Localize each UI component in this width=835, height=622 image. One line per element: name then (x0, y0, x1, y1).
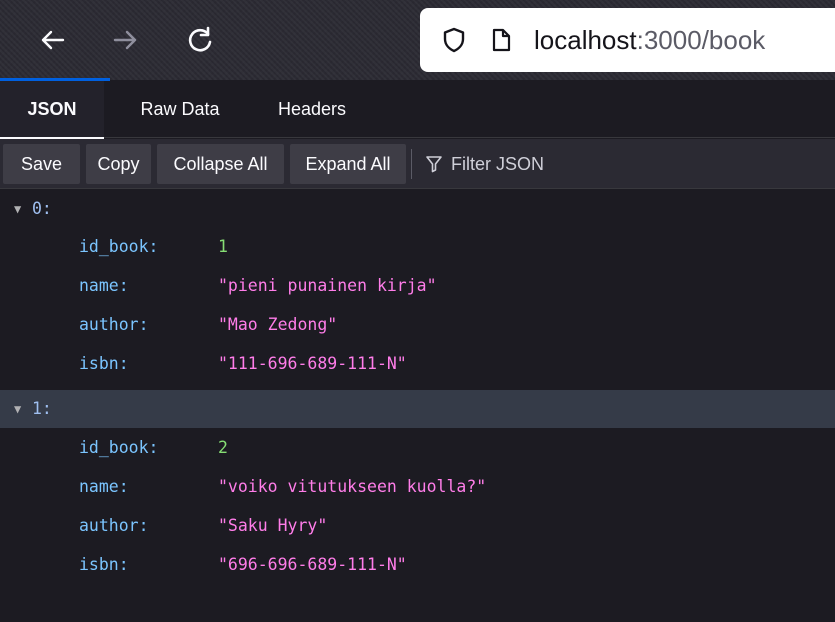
expand-all-button[interactable]: Expand All (290, 144, 406, 184)
record-row-1[interactable]: ▼ 1: (0, 390, 835, 428)
save-button[interactable]: Save (3, 144, 80, 184)
field-row[interactable]: id_book: 2 (0, 429, 835, 467)
triangle-down-icon[interactable]: ▼ (14, 190, 28, 228)
copy-button[interactable]: Copy (86, 144, 151, 184)
url-text[interactable]: localhost:3000/book (534, 25, 765, 56)
field-row[interactable]: author: "Mao Zedong" (0, 306, 835, 344)
reload-icon (188, 26, 212, 52)
field-value-string: "pieni punainen kirja" (218, 276, 437, 295)
field-row[interactable]: author: "Saku Hyry" (0, 507, 835, 545)
tab-json[interactable]: JSON (0, 81, 104, 139)
page-icon[interactable] (490, 26, 512, 54)
toolbar-divider (411, 149, 412, 179)
field-value-number: 2 (218, 438, 228, 457)
back-button[interactable] (32, 18, 72, 62)
shield-icon[interactable] (440, 26, 468, 54)
field-key: name: (79, 477, 129, 496)
field-row[interactable]: name: "voiko vitutukseen kuolla?" (0, 468, 835, 506)
field-row[interactable]: isbn: "111-696-689-111-N" (0, 345, 835, 383)
field-key: author: (79, 315, 149, 334)
browser-toolbar: localhost:3000/book (0, 0, 835, 81)
viewer-tabs: JSON Raw Data Headers (0, 81, 835, 139)
field-value-string: "696-696-689-111-N" (218, 555, 407, 574)
field-value-string: "voiko vitutukseen kuolla?" (218, 477, 487, 496)
field-row[interactable]: id_book: 1 (0, 228, 835, 266)
forward-button[interactable] (106, 18, 146, 62)
record-row-0[interactable]: ▼ 0: (0, 190, 835, 228)
field-value-number: 1 (218, 237, 228, 256)
field-row[interactable]: isbn: "696-696-689-111-N" (0, 546, 835, 584)
field-key: id_book: (79, 438, 159, 457)
address-bar[interactable]: localhost:3000/book (420, 8, 835, 72)
filter-placeholder: Filter JSON (451, 154, 545, 174)
field-key: author: (79, 516, 149, 535)
funnel-icon (425, 155, 443, 173)
record-index: 1: (32, 399, 52, 418)
field-value-string: "111-696-689-111-N" (218, 354, 407, 373)
tab-headers[interactable]: Headers (256, 81, 368, 138)
reload-button[interactable] (180, 18, 220, 62)
field-key: isbn: (79, 354, 129, 373)
field-key: id_book: (79, 237, 159, 256)
json-toolbar: Save Copy Collapse All Expand All Filter… (0, 139, 835, 189)
record-index: 0: (32, 199, 52, 218)
field-key: name: (79, 276, 129, 295)
field-row[interactable]: name: "pieni punainen kirja" (0, 267, 835, 305)
back-arrow-icon (41, 30, 65, 50)
field-value-string: "Saku Hyry" (218, 516, 328, 535)
forward-arrow-icon (113, 30, 137, 50)
collapse-all-button[interactable]: Collapse All (157, 144, 284, 184)
filter-json-input[interactable]: Filter JSON (425, 144, 544, 184)
url-host: localhost (534, 24, 637, 55)
field-value-string: "Mao Zedong" (218, 315, 338, 334)
triangle-down-icon[interactable]: ▼ (14, 390, 28, 428)
field-key: isbn: (79, 555, 129, 574)
url-path: :3000/book (636, 24, 766, 55)
tab-raw-data[interactable]: Raw Data (114, 81, 246, 138)
